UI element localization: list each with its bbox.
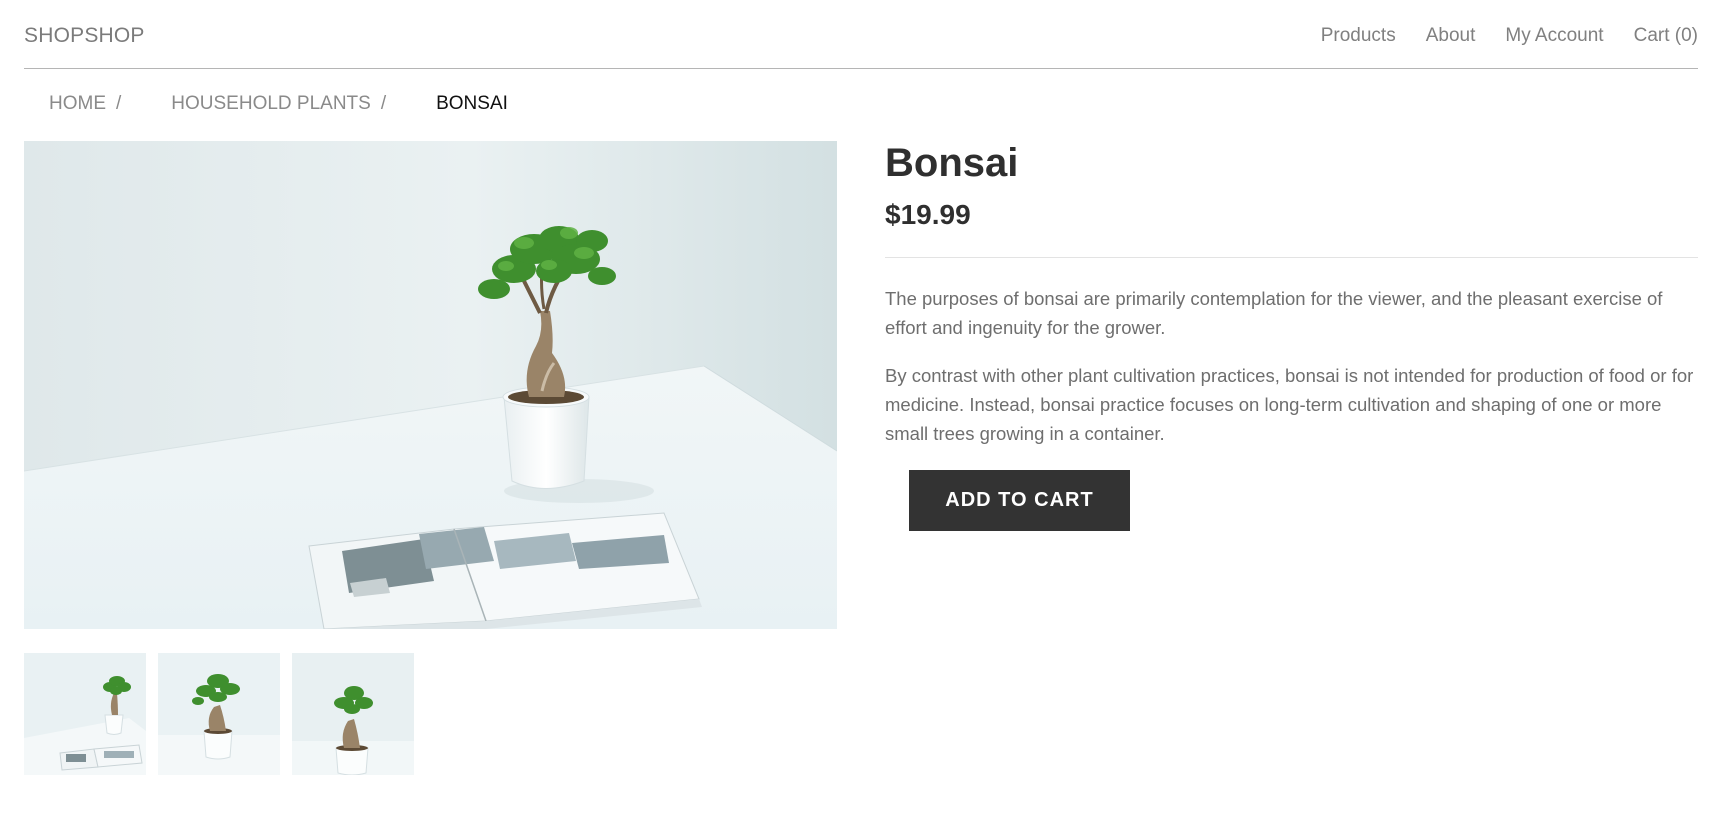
product-title: Bonsai <box>885 141 1019 185</box>
main-nav: Products About My Account Cart (0) <box>1321 25 1698 47</box>
product-description-1: The purposes of bonsai are primarily con… <box>885 288 1663 338</box>
divider <box>885 257 1698 258</box>
nav-cart-link[interactable]: Cart (0) <box>1634 25 1698 47</box>
product-thumbnail-2[interactable] <box>158 653 280 775</box>
site-header: SHOPSHOP Products About My Account Cart … <box>24 0 1698 69</box>
breadcrumb-separator: / <box>380 93 387 114</box>
site-logo[interactable]: SHOPSHOP <box>24 24 145 48</box>
product-thumbnail-3[interactable] <box>292 653 414 775</box>
breadcrumb-separator: / <box>116 93 122 114</box>
nav-my-account-link[interactable]: My Account <box>1505 25 1603 47</box>
product-info: Bonsai $19.99 The purposes of bonsai are… <box>885 141 1698 531</box>
breadcrumb-household-plants[interactable]: HOUSEHOLD PLANTS <box>171 93 371 115</box>
breadcrumb-current: BONSAI <box>436 93 508 114</box>
add-to-cart-button[interactable]: ADD TO CART <box>909 470 1130 531</box>
product-main-image <box>24 141 837 629</box>
product-thumbnails <box>24 653 414 775</box>
product-description-2: By contrast with other plant cultivation… <box>885 365 1694 444</box>
product-price: $19.99 <box>885 199 971 230</box>
nav-about-link[interactable]: About <box>1426 25 1476 47</box>
breadcrumb-home[interactable]: HOME <box>49 93 106 115</box>
breadcrumb: HOME / HOUSEHOLD PLANTS / BONSAI <box>49 93 508 115</box>
product-thumbnail-1[interactable] <box>24 653 146 775</box>
bonsai-photo <box>24 141 837 629</box>
nav-products-link[interactable]: Products <box>1321 25 1396 47</box>
